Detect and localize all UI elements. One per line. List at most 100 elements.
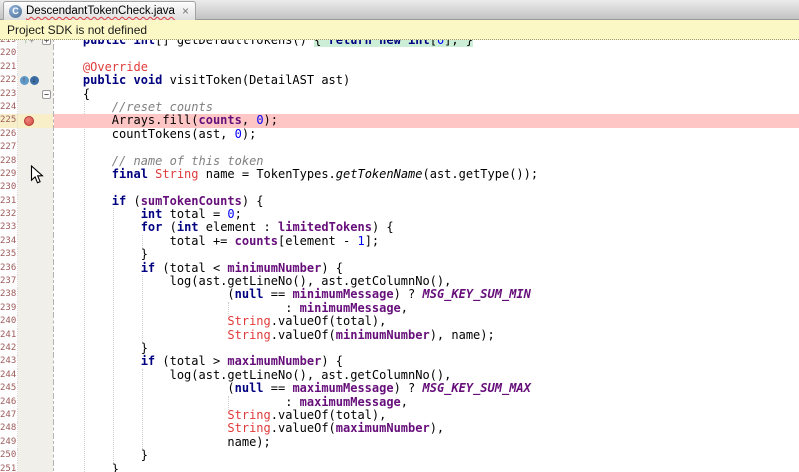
fold-gutter[interactable]: [40, 195, 53, 208]
gutter-icons[interactable]: [18, 101, 40, 114]
gutter-cell[interactable]: 220: [0, 47, 54, 60]
gutter-cell[interactable]: 227: [0, 141, 54, 154]
line-number[interactable]: 225: [0, 114, 18, 127]
gutter-cell[interactable]: 231: [0, 195, 54, 208]
gutter-cell[interactable]: 239: [0, 302, 54, 315]
line-number[interactable]: 234: [0, 235, 18, 248]
code-text[interactable]: // name of this token: [54, 155, 799, 168]
gutter-cell[interactable]: 221: [0, 61, 54, 74]
implements-marker-icon[interactable]: ↑: [24, 40, 29, 47]
gutter-icons[interactable]: [18, 114, 40, 127]
gutter-icons[interactable]: [18, 342, 40, 355]
code-text[interactable]: for (int element : limitedTokens) {: [54, 221, 799, 234]
code-text[interactable]: if (total < minimumNumber) {: [54, 262, 799, 275]
gutter-icons[interactable]: [18, 436, 40, 449]
fold-gutter[interactable]: [40, 141, 53, 154]
fold-gutter[interactable]: [40, 436, 53, 449]
gutter-icons[interactable]: [18, 463, 40, 472]
fold-gutter[interactable]: [40, 208, 53, 221]
line-number[interactable]: 221: [0, 61, 18, 74]
code-text[interactable]: String.valueOf(total),: [54, 409, 799, 422]
gutter-icons[interactable]: [18, 221, 40, 234]
code-editor[interactable]: 219↑++ public int[] getDefaultTokens() {…: [0, 40, 799, 472]
fold-gutter[interactable]: [40, 221, 53, 234]
gutter-icons[interactable]: [18, 248, 40, 261]
gutter-cell[interactable]: 234: [0, 235, 54, 248]
gutter-icons[interactable]: [18, 141, 40, 154]
code-text[interactable]: String.valueOf(maximumNumber),: [54, 422, 799, 435]
line-number[interactable]: 233: [0, 221, 18, 234]
code-text[interactable]: : maximumMessage,: [54, 396, 799, 409]
fold-gutter[interactable]: [40, 235, 53, 248]
code-text[interactable]: [54, 47, 799, 60]
code-text[interactable]: (null == maximumMessage) ? MSG_KEY_SUM_M…: [54, 382, 799, 395]
gutter-icons[interactable]: ↑+: [18, 40, 40, 47]
gutter-cell[interactable]: 225: [0, 114, 54, 127]
fold-plus-icon[interactable]: +: [42, 40, 51, 45]
editor-tab[interactable]: C DescendantTokenCheck.java ×: [3, 1, 196, 20]
line-number[interactable]: 249: [0, 436, 18, 449]
line-number[interactable]: 230: [0, 181, 18, 194]
code-text[interactable]: final String name = TokenTypes.getTokenN…: [54, 168, 799, 181]
line-number[interactable]: 231: [0, 195, 18, 208]
line-number[interactable]: 251: [0, 463, 18, 472]
gutter-cell[interactable]: 222↑↓: [0, 74, 54, 87]
gutter-icons[interactable]: [18, 302, 40, 315]
gutter-icons[interactable]: [18, 61, 40, 74]
line-number[interactable]: 239: [0, 302, 18, 315]
code-text[interactable]: @Override: [54, 61, 799, 74]
fold-gutter[interactable]: [40, 396, 53, 409]
gutter-cell[interactable]: 244: [0, 369, 54, 382]
gutter-icons[interactable]: [18, 409, 40, 422]
gutter-cell[interactable]: 233: [0, 221, 54, 234]
line-number[interactable]: 245: [0, 382, 18, 395]
plus-icon[interactable]: +: [29, 40, 34, 47]
gutter-cell[interactable]: 242: [0, 342, 54, 355]
fold-gutter[interactable]: −: [40, 88, 53, 101]
fold-gutter[interactable]: [40, 449, 53, 462]
line-number[interactable]: 223: [0, 88, 18, 101]
code-text[interactable]: log(ast.getLineNo(), ast.getColumnNo(),: [54, 369, 799, 382]
breakpoint-icon[interactable]: [24, 116, 34, 126]
code-text[interactable]: int total = 0;: [54, 208, 799, 221]
code-text[interactable]: String.valueOf(total),: [54, 315, 799, 328]
gutter-icons[interactable]: [18, 329, 40, 342]
gutter-icons[interactable]: [18, 369, 40, 382]
fold-gutter[interactable]: [40, 382, 53, 395]
gutter-cell[interactable]: 238: [0, 288, 54, 301]
line-number[interactable]: 246: [0, 396, 18, 409]
fold-gutter[interactable]: [40, 288, 53, 301]
gutter-cell[interactable]: 245: [0, 382, 54, 395]
line-number[interactable]: 232: [0, 208, 18, 221]
code-text[interactable]: public void visitToken(DetailAST ast): [54, 74, 799, 87]
fold-gutter[interactable]: [40, 128, 53, 141]
gutter-icons[interactable]: [18, 235, 40, 248]
code-text[interactable]: }: [54, 248, 799, 261]
line-number[interactable]: 238: [0, 288, 18, 301]
gutter-icons[interactable]: [18, 396, 40, 409]
fold-gutter[interactable]: [40, 74, 53, 87]
line-number[interactable]: 220: [0, 47, 18, 60]
fold-gutter[interactable]: [40, 422, 53, 435]
code-text[interactable]: countTokens(ast, 0);: [54, 128, 799, 141]
gutter-cell[interactable]: 240: [0, 315, 54, 328]
fold-gutter[interactable]: [40, 262, 53, 275]
gutter-cell[interactable]: 243: [0, 355, 54, 368]
line-number[interactable]: 222: [0, 74, 18, 87]
line-number[interactable]: 224: [0, 101, 18, 114]
gutter-icons[interactable]: [18, 88, 40, 101]
gutter-icons[interactable]: [18, 208, 40, 221]
code-text[interactable]: }: [54, 342, 799, 355]
code-text[interactable]: String.valueOf(minimumNumber), name);: [54, 329, 799, 342]
code-text[interactable]: Arrays.fill(counts, 0);: [54, 114, 799, 127]
line-number[interactable]: 241: [0, 329, 18, 342]
line-number[interactable]: 242: [0, 342, 18, 355]
line-number[interactable]: 227: [0, 141, 18, 154]
fold-gutter[interactable]: [40, 248, 53, 261]
code-text[interactable]: log(ast.getLineNo(), ast.getColumnNo(),: [54, 275, 799, 288]
code-text[interactable]: }: [54, 463, 799, 472]
gutter-icons[interactable]: [18, 128, 40, 141]
line-number[interactable]: 247: [0, 409, 18, 422]
gutter-cell[interactable]: 249: [0, 436, 54, 449]
fold-gutter[interactable]: [40, 342, 53, 355]
